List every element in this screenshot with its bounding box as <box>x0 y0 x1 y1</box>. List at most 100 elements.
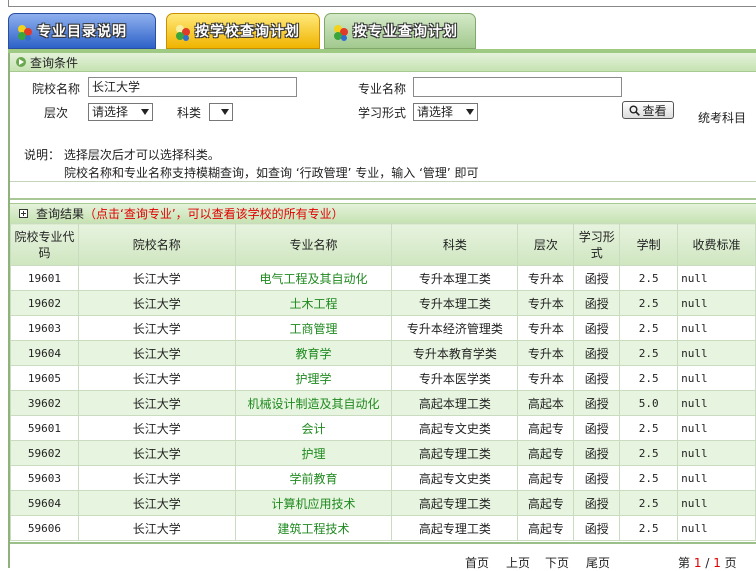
cell-code: 59606 <box>10 515 79 541</box>
cell-fee: null <box>677 515 756 541</box>
cell-major[interactable]: 计算机应用技术 <box>234 490 393 516</box>
cell-fee: null <box>677 440 756 466</box>
cell-level: 高起专 <box>517 465 575 491</box>
cell-category: 高起专理工类 <box>391 515 519 541</box>
level-select-value: 请选择 <box>92 105 129 119</box>
table-row: 59604 长江大学 计算机应用技术 高起专理工类 高起专 函授 2.5 null <box>10 490 756 516</box>
cell-major[interactable]: 会计 <box>234 415 393 441</box>
table-row: 59601 长江大学 会计 高起专文史类 高起专 函授 2.5 null <box>10 415 756 441</box>
cell-code: 59602 <box>10 440 79 466</box>
cell-level: 专升本 <box>517 365 575 391</box>
flower-icon <box>176 25 190 41</box>
flower-icon <box>334 25 348 41</box>
cell-major[interactable]: 电气工程及其自动化 <box>234 265 393 291</box>
table-row: 19603 长江大学 工商管理 专升本经济管理类 专升本 函授 2.5 null <box>10 315 756 341</box>
cell-fee: null <box>677 265 756 291</box>
cell-major[interactable]: 建筑工程技术 <box>234 515 393 541</box>
major-name-input[interactable] <box>413 77 622 97</box>
cell-school: 长江大学 <box>77 340 236 366</box>
cell-school: 长江大学 <box>77 265 236 291</box>
cell-level: 专升本 <box>517 265 575 291</box>
note-line-1: 说明： 选择层次后才可以选择科类。 <box>24 148 220 162</box>
cell-school: 长江大学 <box>77 290 236 316</box>
results-hint: （点击‘查询专业’，可以查看该学校的所有专业） <box>84 207 344 221</box>
col-header-major: 专业名称 <box>234 223 393 266</box>
level-label: 层次 <box>44 106 69 120</box>
pager-last-link[interactable]: 尾页 <box>586 554 610 571</box>
cell-major[interactable]: 工商管理 <box>234 315 393 341</box>
divider <box>10 181 756 182</box>
cell-category: 高起专理工类 <box>391 490 519 516</box>
cell-fee: null <box>677 315 756 341</box>
divider <box>10 198 756 200</box>
cell-code: 39602 <box>10 390 79 416</box>
cell-major[interactable]: 机械设计制造及其自动化 <box>234 390 393 416</box>
cell-mode: 函授 <box>573 265 621 291</box>
pager-info: 第 1 / 1 页 <box>678 554 737 571</box>
col-header-school: 院校名称 <box>77 223 236 266</box>
results-title: 查询结果 <box>36 207 85 221</box>
cell-duration: 2.5 <box>619 315 679 341</box>
arrow-circle-icon <box>16 57 26 67</box>
cell-level: 高起专 <box>517 415 575 441</box>
cell-fee: null <box>677 340 756 366</box>
search-button[interactable]: 查看 <box>622 101 674 119</box>
cell-category: 专升本理工类 <box>391 265 519 291</box>
cell-fee: null <box>677 390 756 416</box>
cell-major[interactable]: 教育学 <box>234 340 393 366</box>
cell-school: 长江大学 <box>77 440 236 466</box>
school-name-label: 院校名称 <box>32 82 81 96</box>
study-mode-select[interactable]: 请选择 <box>413 103 478 121</box>
cell-code: 19602 <box>10 290 79 316</box>
cell-major[interactable]: 土木工程 <box>234 290 393 316</box>
tab-bar: 专业目录说明 按学校查询计划 按专业查询计划 <box>8 13 756 49</box>
tab-major-catalog[interactable]: 专业目录说明 <box>8 13 156 49</box>
dropdown-arrow-icon <box>466 109 474 115</box>
results-table: 院校专业代码 院校名称 专业名称 科类 层次 学习形式 学制 收费标准 1960… <box>10 223 756 541</box>
tab-by-school[interactable]: 按学校查询计划 <box>166 13 320 49</box>
search-icon <box>629 105 641 116</box>
cell-school: 长江大学 <box>77 490 236 516</box>
note-line-2: 院校名称和专业名称支持模糊查询，如查询 ‘行政管理’ 专业，输入 ‘管理’ 即可 <box>64 166 479 180</box>
col-header-code: 院校专业代码 <box>10 223 79 266</box>
cell-level: 专升本 <box>517 340 575 366</box>
cell-school: 长江大学 <box>77 465 236 491</box>
results-section-header: 查询结果 （点击‘查询专业’，可以查看该学校的所有专业） <box>10 203 756 224</box>
expand-icon[interactable] <box>19 209 28 218</box>
query-section-header: 查询条件 <box>10 53 756 72</box>
cell-duration: 2.5 <box>619 440 679 466</box>
pager-next-link[interactable]: 下页 <box>545 554 569 571</box>
col-header-level: 层次 <box>517 223 575 266</box>
subject-select[interactable] <box>209 103 233 121</box>
cell-code: 19603 <box>10 315 79 341</box>
top-frame <box>0 0 756 7</box>
cell-major[interactable]: 护理学 <box>234 365 393 391</box>
cell-mode: 函授 <box>573 465 621 491</box>
col-header-duration: 学制 <box>619 223 679 266</box>
cell-category: 专升本医学类 <box>391 365 519 391</box>
pager-prev-link[interactable]: 上页 <box>506 554 530 571</box>
exam-subjects-label: 统考科目 <box>698 111 747 125</box>
cell-level: 高起专 <box>517 490 575 516</box>
study-mode-label: 学习形式 <box>358 106 407 120</box>
cell-school: 长江大学 <box>77 415 236 441</box>
tab-by-major[interactable]: 按专业查询计划 <box>324 13 476 49</box>
cell-duration: 2.5 <box>619 290 679 316</box>
cell-school: 长江大学 <box>77 315 236 341</box>
cell-major[interactable]: 护理 <box>234 440 393 466</box>
subject-label: 科类 <box>177 106 202 120</box>
flower-icon <box>18 25 32 41</box>
dropdown-arrow-icon <box>221 109 229 115</box>
pager-first-link[interactable]: 首页 <box>465 554 489 571</box>
cell-fee: null <box>677 490 756 516</box>
cell-category: 专升本理工类 <box>391 290 519 316</box>
cell-mode: 函授 <box>573 290 621 316</box>
school-name-input[interactable]: 长江大学 <box>88 77 297 97</box>
cell-major[interactable]: 学前教育 <box>234 465 393 491</box>
cell-school: 长江大学 <box>77 390 236 416</box>
level-select[interactable]: 请选择 <box>88 103 153 121</box>
cell-code: 59601 <box>10 415 79 441</box>
col-header-fee: 收费标准 <box>677 223 756 266</box>
cell-mode: 函授 <box>573 490 621 516</box>
table-row: 19601 长江大学 电气工程及其自动化 专升本理工类 专升本 函授 2.5 null <box>10 265 756 291</box>
